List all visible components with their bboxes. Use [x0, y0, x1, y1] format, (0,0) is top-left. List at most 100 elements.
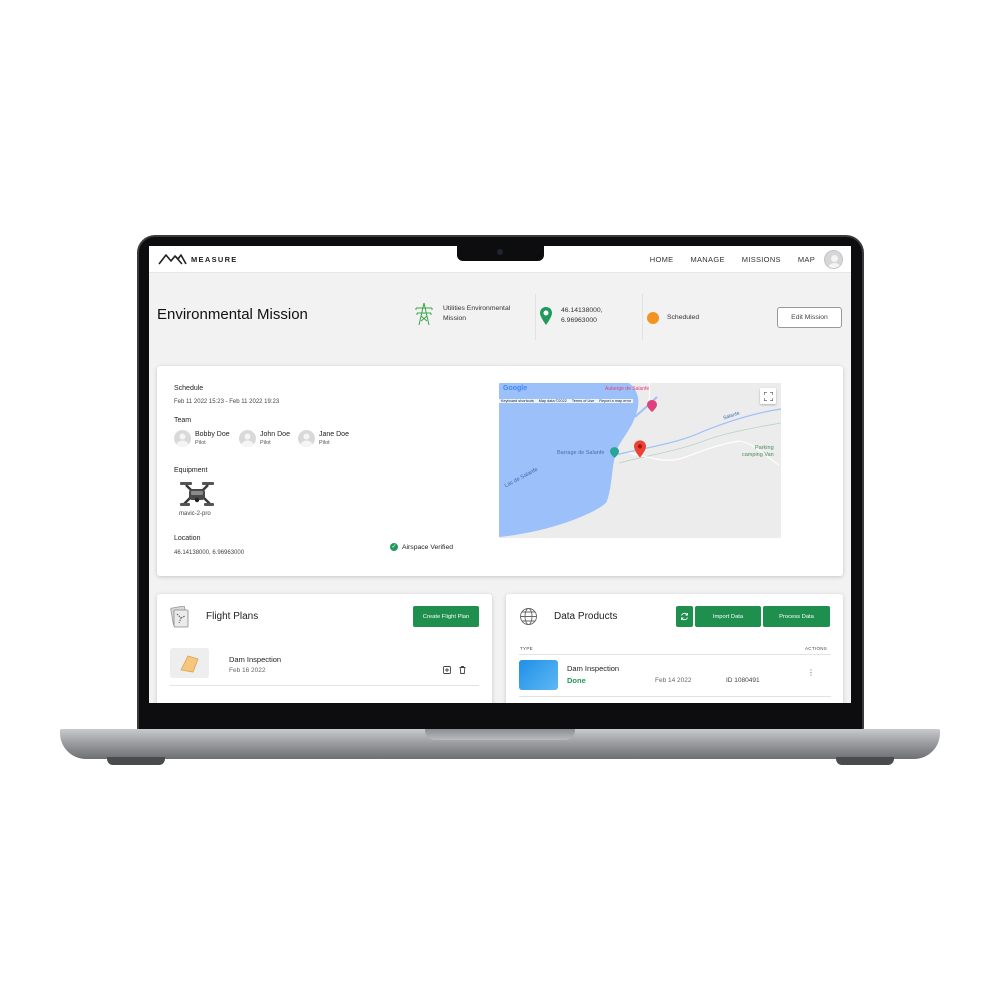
map-label-auberge: Auberge de Salanfe [605, 386, 650, 392]
column-header-actions: ACTIONS [805, 646, 828, 651]
import-data-button[interactable]: Import Data [695, 606, 761, 627]
mission-type-line2: Mission [443, 315, 467, 322]
check-icon: ✓ [390, 543, 398, 551]
poi-marker-icon [647, 400, 657, 412]
refresh-icon [681, 612, 688, 621]
drone-icon [180, 482, 214, 506]
map-report-error[interactable]: Report a map error [599, 399, 631, 403]
airspace-status: ✓ Airspace Verified [390, 543, 453, 551]
team-member[interactable]: John Doe Pilot [239, 430, 290, 447]
nav-home[interactable]: HOME [650, 255, 674, 264]
member-name: John Doe [260, 431, 290, 438]
laptop-foot-right [836, 757, 894, 765]
header-separator [642, 294, 643, 340]
member-avatar-icon [174, 430, 191, 447]
data-product-date: Feb 14 2022 [655, 677, 692, 684]
schedule-label: Schedule [174, 385, 204, 392]
edit-mission-button[interactable]: Edit Mission [777, 307, 842, 328]
map-terrain [499, 383, 781, 538]
map-terms[interactable]: Terms of Use [572, 399, 594, 403]
nav-map[interactable]: MAP [798, 255, 815, 264]
equipment-label: Equipment [174, 467, 208, 474]
delete-icon[interactable] [459, 666, 466, 674]
flight-plan-date: Feb 16 2022 [229, 667, 266, 674]
mission-details-card: Schedule Feb 11 2022 15:23 - Feb 11 2022… [157, 366, 843, 576]
member-name: Jane Doe [319, 431, 349, 438]
map-data-credit: Map data ©2022 [538, 399, 567, 403]
mission-header: Environmental Mission Utilities Environm… [149, 274, 851, 358]
map-fullscreen-button[interactable] [760, 388, 776, 404]
power-tower-icon [415, 302, 433, 326]
data-product-status: Done [567, 676, 586, 685]
equipment-name: mavic-2-pro [179, 511, 211, 517]
member-role: Pilot [195, 440, 206, 446]
data-product-id: ID 1080491 [726, 677, 760, 684]
logo-wordmark: MEASURE [191, 254, 238, 264]
camera-icon [497, 249, 503, 255]
measure-logo[interactable]: MEASURE [158, 253, 238, 265]
create-flight-plan-button[interactable]: Create Flight Plan [413, 606, 479, 627]
status-dot-icon [647, 312, 659, 324]
main-nav: HOME MANAGE MISSIONS MAP [650, 255, 815, 264]
flight-plan-name: Dam Inspection [229, 655, 282, 664]
location-label: Location [174, 535, 201, 542]
location-value: 46.14138000, 6.96963000 [174, 550, 245, 556]
location-pin-icon [540, 307, 552, 325]
flight-plan-thumbnail [170, 648, 209, 678]
map-keyboard-shortcuts[interactable]: Keyboard shortcuts [501, 399, 534, 403]
duplicate-icon[interactable] [443, 666, 451, 674]
member-avatar-icon [298, 430, 315, 447]
team-member[interactable]: Jane Doe Pilot [298, 430, 349, 447]
dam-marker-icon [610, 447, 619, 458]
data-products-title: Data Products [554, 611, 618, 622]
nav-manage[interactable]: MANAGE [690, 255, 724, 264]
flight-plans-card: Flight Plans Create Flight Plan Dam Insp… [157, 594, 492, 703]
mission-status: Scheduled [647, 312, 699, 324]
row-divider [519, 696, 831, 697]
nav-missions[interactable]: MISSIONS [742, 255, 781, 264]
member-role: Pilot [319, 440, 330, 446]
column-header-type: TYPE [520, 646, 533, 651]
member-role: Pilot [260, 440, 271, 446]
data-product-thumbnail [519, 660, 558, 690]
flight-plans-title: Flight Plans [206, 611, 259, 622]
equipment-item[interactable] [178, 480, 216, 513]
status-label: Scheduled [667, 314, 700, 321]
camera-notch [457, 244, 544, 261]
user-icon [828, 255, 841, 268]
map-label-dam: Barrage de Salanfe [557, 450, 605, 456]
team-member[interactable]: Bobby Doe Pilot [174, 430, 230, 447]
flight-area-icon [180, 655, 199, 673]
mission-type: Utilities Environmental Mission [413, 302, 510, 326]
mission-coordinates: 46.14138000, 6.96963000 [539, 306, 603, 326]
flight-plan-icon [170, 606, 189, 628]
team-label: Team [174, 417, 192, 424]
process-data-button[interactable]: Process Data [763, 606, 830, 627]
coords-line1: 46.14138000, [561, 307, 603, 314]
row-divider [170, 685, 479, 686]
mountain-logo-icon [158, 254, 187, 265]
app-screen: MEASURE HOME MANAGE MISSIONS MAP Environ… [149, 246, 851, 703]
map-label-camping: camping Van [742, 452, 774, 458]
member-name: Bobby Doe [195, 431, 230, 438]
airspace-label: Airspace Verified [402, 543, 454, 551]
header-separator [535, 294, 536, 340]
mission-location-marker-icon[interactable] [634, 440, 646, 458]
google-logo: Google [503, 385, 528, 392]
more-actions-icon[interactable]: ⋮ [807, 669, 815, 677]
data-products-card: Data Products Import Data Process Data T… [506, 594, 843, 703]
globe-icon [520, 608, 537, 625]
data-product-name: Dam Inspection [567, 664, 620, 673]
page-title: Environmental Mission [157, 306, 308, 323]
mission-map[interactable]: Google Keyboard shortcuts Map data ©2022… [499, 383, 781, 538]
laptop-foot-left [107, 757, 165, 765]
screen-bezel-bottom [149, 703, 851, 729]
refresh-button[interactable] [676, 606, 693, 627]
map-attribution: Keyboard shortcuts Map data ©2022 Terms … [499, 399, 634, 403]
coords-line2: 6.96963000 [561, 317, 597, 324]
schedule-value: Feb 11 2022 15:23 - Feb 11 2022 19:23 [174, 399, 280, 405]
laptop-opening-notch [425, 729, 575, 740]
map-label-parking: Parking [755, 445, 774, 451]
user-avatar[interactable] [824, 250, 843, 269]
mission-type-line1: Utilities Environmental [443, 305, 511, 312]
